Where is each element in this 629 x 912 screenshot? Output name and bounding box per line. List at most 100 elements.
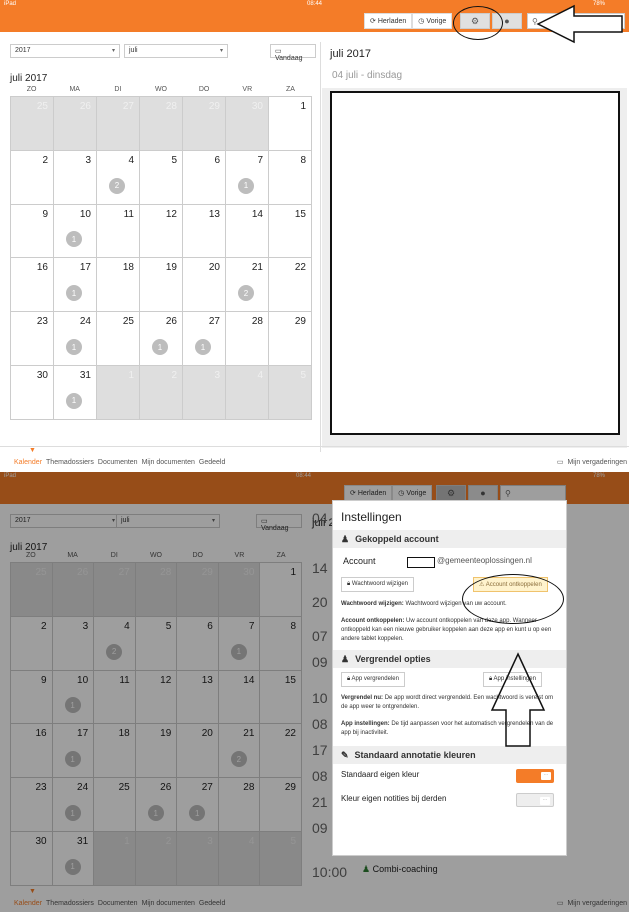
calendar-day-cell[interactable]: 16 [11,258,54,313]
calendar-day-cell[interactable]: 23 [11,312,54,367]
calendar-day-cell[interactable]: 30 [11,366,54,420]
month-select[interactable]: juli ▾ [124,44,228,58]
calendar-day-cell[interactable]: 5 [269,366,312,420]
day-number: 5 [171,154,177,166]
day-number: 29 [208,101,220,112]
day-number: 3 [214,370,220,382]
reload-label: Herladen [377,17,407,25]
appsettings-desc-bold: App instellingen: [341,721,390,727]
settings-title: Instellingen [341,510,402,524]
day-number: 24 [79,316,91,328]
day-number: 18 [122,262,134,274]
calendar-day-cell[interactable]: 10 1 [54,204,97,259]
calendar-day-cell[interactable]: 11 [97,204,140,259]
calendar-day-cell[interactable]: 6 [183,150,226,205]
change-password-button[interactable]: 🔒︎ Wachtwoord wijzigen [341,577,415,592]
calendar-day-cell[interactable]: 25 [11,97,54,151]
others-color-swatch[interactable]: ··· [516,793,554,807]
calendar-day-cell[interactable]: 12 [140,204,183,259]
bottom-navigation: Kalender Themadossiers Documenten Mijn d… [0,453,629,470]
calendar-day-cell[interactable]: 19 [140,258,183,313]
nav-themadossiers[interactable]: Themadossiers [44,459,96,466]
year-select[interactable]: 2017 ▾ [10,44,120,58]
calendar-day-cell[interactable]: 21 2 [226,258,269,313]
others-color-label: Kleur eigen notities bij derden [341,794,447,803]
calendar-day-cell[interactable]: 26 [54,97,97,151]
lock-app-button[interactable]: 🔒︎ App vergrendelen [341,672,405,687]
event-count-badge: 1 [152,339,168,356]
calendar-day-cell[interactable]: 1 [269,97,312,151]
calendar-day-cell[interactable]: 24 1 [54,312,97,367]
day-number: 22 [294,262,306,274]
calendar-day-cell[interactable]: 17 1 [54,258,97,313]
calendar-day-cell[interactable]: 27 [97,97,140,151]
day-number: 2 [42,154,48,166]
day-number: 26 [165,316,177,328]
calendar-day-cell[interactable]: 31 1 [54,366,97,420]
previous-label: Vorige [426,17,447,25]
calendar-day-cell[interactable]: 2 [140,366,183,420]
calendar-day-cell[interactable]: 14 [226,204,269,259]
event-count-badge: 1 [66,339,82,356]
calendar-day-cell[interactable]: 26 1 [140,312,183,367]
screenshot-bottom: iPad 08:44 78% ⟳ Herladen ◷ Vorige ⚙ ● ⚲ 2… [0,472,629,912]
annotation-ellipse-disconnect [462,574,564,624]
nav-mijn-documenten[interactable]: Mijn documenten [140,459,197,466]
calendar-day-cell[interactable]: 42 [97,150,140,205]
calendar-day-cell[interactable]: 29 [269,312,312,367]
nav-gedeeld[interactable]: Gedeeld [197,459,227,466]
info-icon: ● [504,16,510,26]
calendar-day-cell[interactable]: 13 [183,204,226,259]
day-number: 4 [257,370,263,382]
calendar-day-cell[interactable]: 2 [11,150,54,205]
calendar-day-cell[interactable]: 4 [226,366,269,420]
calendar-day-cell[interactable]: 3 [183,366,226,420]
status-bar: iPad 08:44 78% [0,0,629,10]
day-number: 20 [208,262,220,274]
previous-button[interactable]: ◷ Vorige [412,13,453,29]
calendar-day-cell[interactable]: 1 [97,366,140,420]
own-color-swatch[interactable]: ··· [516,769,554,783]
nav-kalender[interactable]: Kalender [12,459,44,466]
calendar-day-cell[interactable]: 30 [226,97,269,151]
weekday-label: ZA [285,86,295,93]
calendar-day-cell[interactable]: 9 [11,204,54,259]
calendar-day-cell[interactable]: 27 1 [183,312,226,367]
redacted-agenda-box [330,91,620,435]
day-number: 30 [36,370,48,382]
calendar-day-cell[interactable]: 71 [226,150,269,205]
calendar-day-cell[interactable]: 22 [269,258,312,313]
calendar-day-cell[interactable]: 28 [226,312,269,367]
calendar-day-cell[interactable]: 3 [54,150,97,205]
nav-documenten[interactable]: Documenten [96,459,140,466]
lock-desc-bold: Vergrendel nu: [341,695,384,701]
day-number: 30 [251,101,263,112]
user-icon: ♟ [341,653,350,664]
reload-button[interactable]: ⟳ Herladen [364,13,413,29]
calendar-day-cell[interactable]: 18 [97,258,140,313]
day-number: 26 [79,101,91,112]
month-value: juli [129,47,138,54]
more-icon: ··· [541,772,551,780]
day-number: 12 [165,208,177,220]
calendar-day-cell[interactable]: 20 [183,258,226,313]
top-toolbar: ⟳ Herladen ◷ Vorige ⚙ ● ⚲ [0,10,629,32]
calendar-day-cell[interactable]: 25 [97,312,140,367]
calendar-day-cell[interactable]: 29 [183,97,226,151]
calendar-day-cell[interactable]: 15 [269,204,312,259]
weekday-label: WO [154,86,168,93]
event-count-badge: 1 [238,177,254,194]
nav-mijn-vergaderingen[interactable]: ▭ Mijn vergaderingen [557,458,627,467]
clock-icon: ◷ [418,18,425,25]
calendar-day-cell[interactable]: 5 [140,150,183,205]
account-row: Account @gemeenteoplossingen.nl [333,548,566,574]
calendar-day-cell[interactable]: 28 [140,97,183,151]
day-number: 4 [128,154,134,166]
annotation-arrow-up [490,652,546,747]
day-number: 1 [300,101,306,112]
calendar-day-cell[interactable]: 8 [269,150,312,205]
day-number: 5 [300,370,306,382]
month-title: juli 2017 [10,73,48,84]
today-button[interactable]: ▭ Vandaag [270,44,316,62]
day-number: 28 [165,101,177,112]
